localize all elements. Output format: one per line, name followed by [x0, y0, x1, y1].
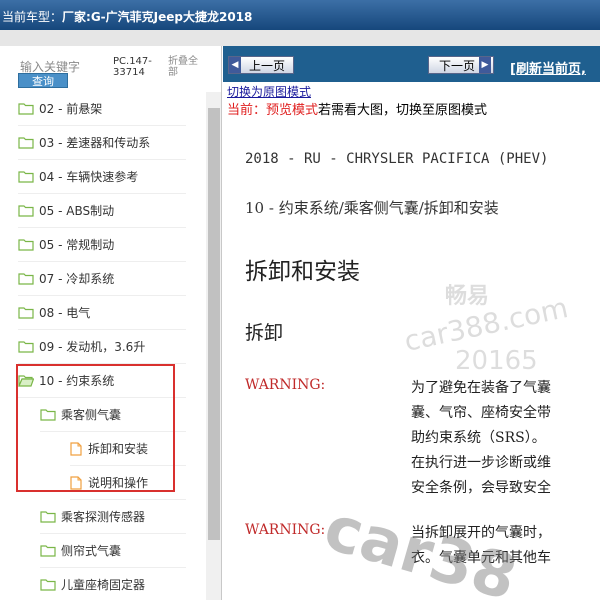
folder-icon: [18, 239, 34, 251]
tree-item-label: 02 - 前悬架: [39, 102, 103, 116]
folder-icon: [40, 511, 56, 523]
mode-hint: 若需看大图，切换至原图模式: [318, 103, 488, 118]
folder-icon: [18, 137, 34, 149]
folder-icon: [18, 341, 34, 353]
tree-item[interactable]: 07 - 冷却系统: [18, 262, 186, 296]
search-area: 输入关键字 查询 PC.147-33714 折叠全部: [0, 46, 221, 92]
next-page-label: 下一页: [439, 58, 476, 73]
switch-mode-link[interactable]: 切换为原图模式: [227, 83, 311, 100]
page-navbar: ◀ 上一页 下一页 ▶ [刷新当前页,: [223, 46, 600, 82]
tree-item[interactable]: 04 - 车辆快速参考: [18, 160, 186, 194]
header-gap: [0, 30, 600, 46]
watermark-brand: 畅易: [445, 284, 490, 309]
scrollbar-thumb[interactable]: [208, 108, 220, 540]
mode-prefix: 当前：: [227, 103, 267, 118]
sidebar-scrollbar[interactable]: [206, 92, 221, 600]
tree-item-label: 07 - 冷却系统: [39, 272, 115, 286]
warning-1-line: 助约束系统（SRS）。: [411, 430, 546, 446]
warning-label-2: WARNING:: [245, 522, 326, 538]
fold-all-link[interactable]: 折叠全部: [168, 56, 206, 78]
tree-item-label: 04 - 车辆快速参考: [39, 170, 139, 184]
title-bar: 当前车型：厂家:G-广汽菲克Jeep大捷龙2018: [0, 0, 600, 30]
selection-highlight-box: [16, 364, 175, 492]
tree-item[interactable]: 侧帘式气囊: [40, 534, 186, 568]
next-page-button[interactable]: 下一页 ▶: [428, 56, 494, 74]
arrow-left-icon: ◀: [229, 57, 241, 73]
refresh-link[interactable]: [刷新当前页,: [510, 58, 586, 77]
folder-icon: [18, 273, 34, 285]
pc-code: PC.147-33714: [113, 56, 152, 78]
tree-item[interactable]: 02 - 前悬架: [18, 92, 186, 126]
tree-item-label: 05 - 常规制动: [39, 238, 115, 252]
warning-1-line: 囊、气帘、座椅安全带: [411, 405, 551, 421]
search-button[interactable]: 查询: [18, 73, 68, 88]
tree-item-label: 08 - 电气: [39, 306, 91, 320]
folder-icon: [18, 307, 34, 319]
mode-status: 当前：预览模式若需看大图，切换至原图模式: [227, 99, 487, 118]
prev-page-label: 上一页: [249, 58, 286, 73]
tree-item-label: 侧帘式气囊: [61, 544, 122, 558]
arrow-right-icon: ▶: [479, 57, 492, 73]
vehicle-model-value: 厂家:G-广汽菲克Jeep大捷龙2018: [62, 10, 253, 24]
tree-item-label: 乘客探测传感器: [61, 510, 146, 524]
tree-item[interactable]: 05 - ABS制动: [18, 194, 186, 228]
tree-item-label: 09 - 发动机，3.6升: [39, 340, 146, 354]
tree-item[interactable]: 乘客探测传感器: [40, 500, 186, 534]
folder-icon: [18, 103, 34, 115]
tree-item[interactable]: 05 - 常规制动: [18, 228, 186, 262]
warning-1-line: 在执行进一步诊断或维: [411, 455, 551, 471]
vehicle-model-label: 当前车型：: [2, 10, 63, 24]
tree-item[interactable]: 09 - 发动机，3.6升: [18, 330, 186, 364]
folder-icon: [18, 171, 34, 183]
tree-item[interactable]: 08 - 电气: [18, 296, 186, 330]
tree-item[interactable]: 03 - 差速器和传动系: [18, 126, 186, 160]
tree-item[interactable]: 儿童座椅固定器: [40, 568, 186, 600]
document-heading: 拆卸和安装: [245, 259, 360, 285]
navigation-pane: 输入关键字 查询 PC.147-33714 折叠全部 02 - 前悬架 03 - …: [0, 46, 222, 600]
tree-item-label: 03 - 差速器和传动系: [39, 136, 151, 150]
prev-page-button[interactable]: ◀ 上一页: [228, 56, 294, 74]
folder-icon: [18, 205, 34, 217]
tree-item-label: 05 - ABS制动: [39, 204, 115, 218]
document-path: 10 - 约束系统/乘客侧气囊/拆卸和安装: [245, 199, 499, 217]
tree-item-label: 儿童座椅固定器: [61, 578, 146, 592]
document-vehicle-line: 2018 - RU - CHRYSLER PACIFICA (PHEV): [245, 151, 549, 167]
document-subheading: 拆卸: [245, 322, 284, 344]
content-pane: ◀ 上一页 下一页 ▶ [刷新当前页, 切换为原图模式 当前：预览模式若需看大图…: [223, 46, 600, 600]
mode-name: 预览模式: [266, 103, 319, 118]
watermark-large: car38: [316, 490, 525, 600]
warning-1-line: 安全条例，会导致安全: [411, 480, 551, 496]
folder-icon: [40, 579, 56, 591]
folder-icon: [40, 545, 56, 557]
warning-1-line: 为了避免在装备了气囊: [411, 380, 551, 396]
watermark-code: 20165: [455, 346, 538, 376]
warning-label-1: WARNING:: [245, 377, 326, 393]
